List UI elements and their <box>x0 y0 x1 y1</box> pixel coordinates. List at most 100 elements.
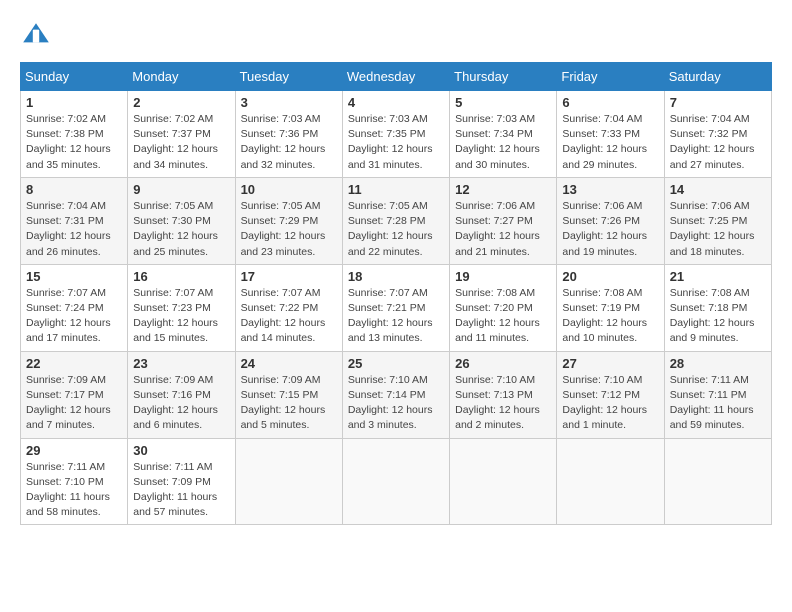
weekday-header-saturday: Saturday <box>664 63 771 91</box>
day-number: 30 <box>133 443 229 458</box>
day-info: Sunrise: 7:04 AM Sunset: 7:33 PM Dayligh… <box>562 112 658 173</box>
day-number: 29 <box>26 443 122 458</box>
day-info: Sunrise: 7:10 AM Sunset: 7:13 PM Dayligh… <box>455 373 551 434</box>
day-number: 21 <box>670 269 766 284</box>
day-info: Sunrise: 7:02 AM Sunset: 7:38 PM Dayligh… <box>26 112 122 173</box>
day-number: 24 <box>241 356 337 371</box>
day-number: 26 <box>455 356 551 371</box>
calendar-cell: 6 Sunrise: 7:04 AM Sunset: 7:33 PM Daylig… <box>557 91 664 178</box>
weekday-header-monday: Monday <box>128 63 235 91</box>
calendar-cell: 22 Sunrise: 7:09 AM Sunset: 7:17 PM Dayli… <box>21 351 128 438</box>
day-info: Sunrise: 7:09 AM Sunset: 7:16 PM Dayligh… <box>133 373 229 434</box>
calendar-cell: 12 Sunrise: 7:06 AM Sunset: 7:27 PM Dayli… <box>450 177 557 264</box>
day-info: Sunrise: 7:03 AM Sunset: 7:34 PM Dayligh… <box>455 112 551 173</box>
day-info: Sunrise: 7:10 AM Sunset: 7:12 PM Dayligh… <box>562 373 658 434</box>
day-info: Sunrise: 7:06 AM Sunset: 7:27 PM Dayligh… <box>455 199 551 260</box>
calendar-cell: 10 Sunrise: 7:05 AM Sunset: 7:29 PM Dayli… <box>235 177 342 264</box>
logo <box>20 20 58 52</box>
day-info: Sunrise: 7:05 AM Sunset: 7:28 PM Dayligh… <box>348 199 444 260</box>
day-number: 8 <box>26 182 122 197</box>
day-info: Sunrise: 7:06 AM Sunset: 7:25 PM Dayligh… <box>670 199 766 260</box>
day-info: Sunrise: 7:08 AM Sunset: 7:18 PM Dayligh… <box>670 286 766 347</box>
day-number: 18 <box>348 269 444 284</box>
calendar-cell: 5 Sunrise: 7:03 AM Sunset: 7:34 PM Daylig… <box>450 91 557 178</box>
calendar-cell <box>342 438 449 525</box>
day-info: Sunrise: 7:11 AM Sunset: 7:10 PM Dayligh… <box>26 460 122 521</box>
day-number: 3 <box>241 95 337 110</box>
calendar-cell: 7 Sunrise: 7:04 AM Sunset: 7:32 PM Daylig… <box>664 91 771 178</box>
calendar-cell <box>557 438 664 525</box>
day-info: Sunrise: 7:07 AM Sunset: 7:22 PM Dayligh… <box>241 286 337 347</box>
day-number: 1 <box>26 95 122 110</box>
calendar-cell <box>664 438 771 525</box>
day-number: 22 <box>26 356 122 371</box>
day-info: Sunrise: 7:06 AM Sunset: 7:26 PM Dayligh… <box>562 199 658 260</box>
day-info: Sunrise: 7:11 AM Sunset: 7:11 PM Dayligh… <box>670 373 766 434</box>
day-info: Sunrise: 7:10 AM Sunset: 7:14 PM Dayligh… <box>348 373 444 434</box>
day-number: 13 <box>562 182 658 197</box>
calendar-cell: 9Sunrise: 7:05 AM Sunset: 7:30 PM Daylig… <box>128 177 235 264</box>
day-info: Sunrise: 7:04 AM Sunset: 7:32 PM Dayligh… <box>670 112 766 173</box>
calendar-cell: 28 Sunrise: 7:11 AM Sunset: 7:11 PM Dayli… <box>664 351 771 438</box>
weekday-header-wednesday: Wednesday <box>342 63 449 91</box>
day-number: 6 <box>562 95 658 110</box>
day-number: 4 <box>348 95 444 110</box>
calendar-cell: 8 Sunrise: 7:04 AM Sunset: 7:31 PM Daylig… <box>21 177 128 264</box>
day-number: 20 <box>562 269 658 284</box>
day-number: 12 <box>455 182 551 197</box>
calendar-cell: 11Sunrise: 7:05 AM Sunset: 7:28 PM Dayli… <box>342 177 449 264</box>
day-info: Sunrise: 7:05 AM Sunset: 7:29 PM Dayligh… <box>241 199 337 260</box>
calendar-cell: 19 Sunrise: 7:08 AM Sunset: 7:20 PM Dayli… <box>450 264 557 351</box>
day-number: 19 <box>455 269 551 284</box>
day-number: 25 <box>348 356 444 371</box>
logo-icon <box>20 20 52 52</box>
day-info: Sunrise: 7:02 AM Sunset: 7:37 PM Dayligh… <box>133 112 229 173</box>
calendar-cell: 21 Sunrise: 7:08 AM Sunset: 7:18 PM Dayli… <box>664 264 771 351</box>
weekday-header-friday: Friday <box>557 63 664 91</box>
calendar-cell: 13 Sunrise: 7:06 AM Sunset: 7:26 PM Dayli… <box>557 177 664 264</box>
calendar-table: SundayMondayTuesdayWednesdayThursdayFrid… <box>20 62 772 525</box>
weekday-header-tuesday: Tuesday <box>235 63 342 91</box>
calendar-cell: 4 Sunrise: 7:03 AM Sunset: 7:35 PM Daylig… <box>342 91 449 178</box>
day-number: 10 <box>241 182 337 197</box>
calendar-cell: 20 Sunrise: 7:08 AM Sunset: 7:19 PM Dayli… <box>557 264 664 351</box>
day-info: Sunrise: 7:07 AM Sunset: 7:21 PM Dayligh… <box>348 286 444 347</box>
weekday-header-row: SundayMondayTuesdayWednesdayThursdayFrid… <box>21 63 772 91</box>
calendar-week-row: 22 Sunrise: 7:09 AM Sunset: 7:17 PM Dayli… <box>21 351 772 438</box>
day-number: 5 <box>455 95 551 110</box>
weekday-header-sunday: Sunday <box>21 63 128 91</box>
day-info: Sunrise: 7:07 AM Sunset: 7:23 PM Dayligh… <box>133 286 229 347</box>
calendar-cell: 29 Sunrise: 7:11 AM Sunset: 7:10 PM Dayli… <box>21 438 128 525</box>
calendar-cell <box>450 438 557 525</box>
day-number: 7 <box>670 95 766 110</box>
day-number: 27 <box>562 356 658 371</box>
calendar-cell: 24 Sunrise: 7:09 AM Sunset: 7:15 PM Dayli… <box>235 351 342 438</box>
day-info: Sunrise: 7:04 AM Sunset: 7:31 PM Dayligh… <box>26 199 122 260</box>
day-info: Sunrise: 7:07 AM Sunset: 7:24 PM Dayligh… <box>26 286 122 347</box>
day-number: 28 <box>670 356 766 371</box>
day-number: 15 <box>26 269 122 284</box>
day-info: Sunrise: 7:09 AM Sunset: 7:15 PM Dayligh… <box>241 373 337 434</box>
day-number: 23 <box>133 356 229 371</box>
day-info: Sunrise: 7:09 AM Sunset: 7:17 PM Dayligh… <box>26 373 122 434</box>
day-info: Sunrise: 7:08 AM Sunset: 7:20 PM Dayligh… <box>455 286 551 347</box>
calendar-cell: 27 Sunrise: 7:10 AM Sunset: 7:12 PM Dayli… <box>557 351 664 438</box>
page-header <box>20 20 772 52</box>
calendar-cell: 23 Sunrise: 7:09 AM Sunset: 7:16 PM Dayli… <box>128 351 235 438</box>
day-number: 17 <box>241 269 337 284</box>
calendar-week-row: 8 Sunrise: 7:04 AM Sunset: 7:31 PM Daylig… <box>21 177 772 264</box>
day-number: 16 <box>133 269 229 284</box>
calendar-cell: 30 Sunrise: 7:11 AM Sunset: 7:09 PM Dayli… <box>128 438 235 525</box>
calendar-cell: 1 Sunrise: 7:02 AM Sunset: 7:38 PM Daylig… <box>21 91 128 178</box>
calendar-week-row: 1 Sunrise: 7:02 AM Sunset: 7:38 PM Daylig… <box>21 91 772 178</box>
day-number: 9 <box>133 182 229 197</box>
calendar-cell: 25 Sunrise: 7:10 AM Sunset: 7:14 PM Dayli… <box>342 351 449 438</box>
day-number: 14 <box>670 182 766 197</box>
calendar-cell: 17 Sunrise: 7:07 AM Sunset: 7:22 PM Dayli… <box>235 264 342 351</box>
calendar-cell <box>235 438 342 525</box>
calendar-cell: 14 Sunrise: 7:06 AM Sunset: 7:25 PM Dayli… <box>664 177 771 264</box>
day-info: Sunrise: 7:03 AM Sunset: 7:35 PM Dayligh… <box>348 112 444 173</box>
day-info: Sunrise: 7:11 AM Sunset: 7:09 PM Dayligh… <box>133 460 229 521</box>
calendar-cell: 3Sunrise: 7:03 AM Sunset: 7:36 PM Daylig… <box>235 91 342 178</box>
day-info: Sunrise: 7:08 AM Sunset: 7:19 PM Dayligh… <box>562 286 658 347</box>
